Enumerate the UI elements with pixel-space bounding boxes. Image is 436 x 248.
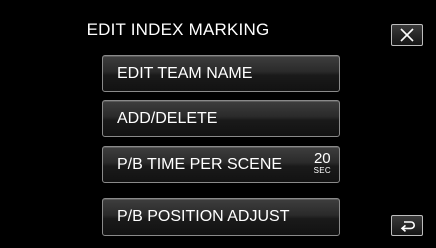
pb-time-per-scene-button[interactable]: P/B TIME PER SCENE 20 SEC	[102, 146, 340, 183]
time-value: 20 SEC	[314, 151, 331, 175]
menu-screen: EDIT INDEX MARKING EDIT TEAM NAME ADD/DE…	[0, 0, 436, 248]
page-title: EDIT INDEX MARKING	[86, 20, 270, 39]
time-value-number: 20	[313, 150, 331, 167]
add-delete-button[interactable]: ADD/DELETE	[102, 100, 340, 137]
edit-team-name-label: EDIT TEAM NAME	[117, 64, 253, 82]
pb-time-per-scene-label: P/B TIME PER SCENE	[117, 155, 283, 173]
back-button[interactable]	[391, 215, 423, 236]
close-icon	[400, 28, 414, 42]
pb-position-adjust-button[interactable]: P/B POSITION ADJUST	[102, 198, 340, 236]
time-value-unit: SEC	[313, 166, 331, 175]
back-arrow-icon	[400, 220, 415, 232]
pb-position-adjust-label: P/B POSITION ADJUST	[117, 208, 290, 225]
add-delete-label: ADD/DELETE	[117, 109, 218, 127]
close-button[interactable]	[391, 24, 423, 46]
edit-team-name-button[interactable]: EDIT TEAM NAME	[102, 55, 340, 92]
